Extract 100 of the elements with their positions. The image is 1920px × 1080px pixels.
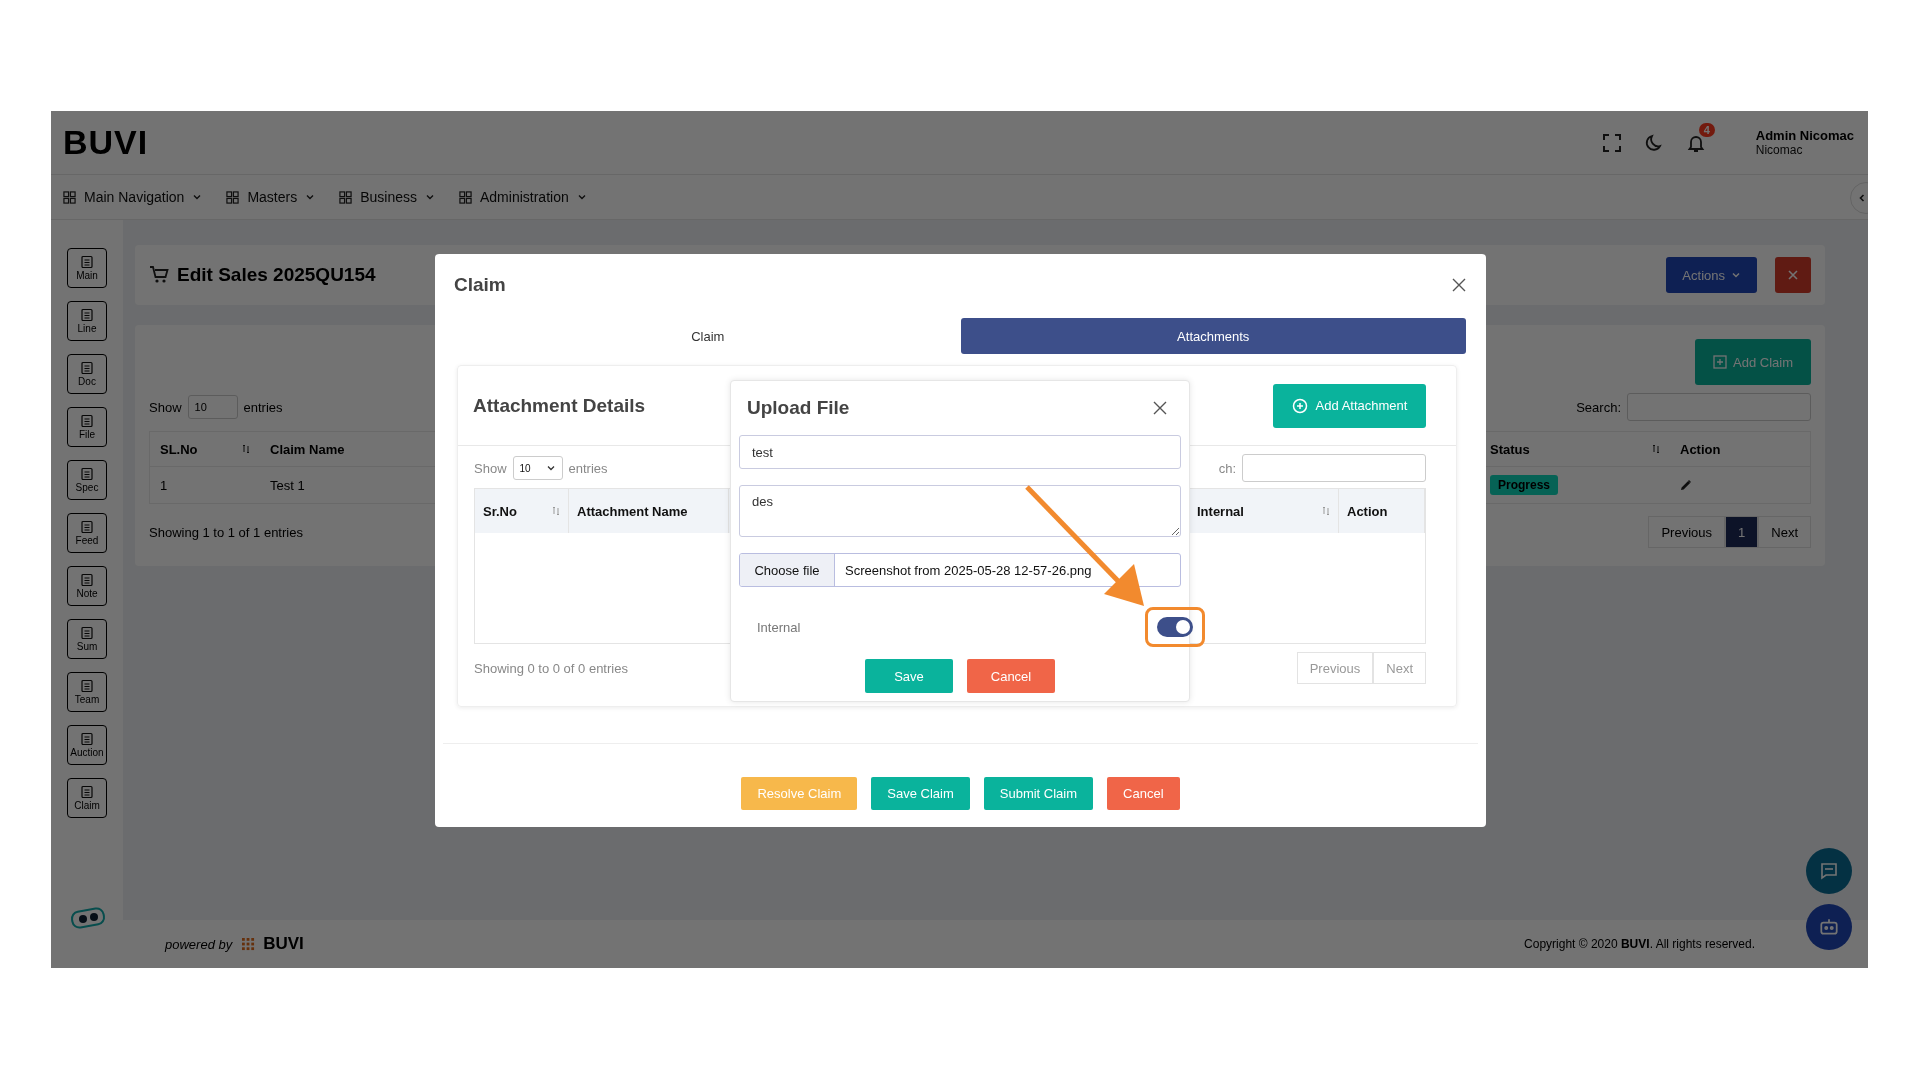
document-icon (80, 361, 94, 375)
bot-button[interactable] (1806, 904, 1852, 950)
chevron-down-icon (305, 192, 316, 202)
sort-icon (552, 505, 560, 517)
sidebar-item[interactable]: Note (67, 566, 107, 606)
document-icon (80, 308, 94, 322)
name-field[interactable]: test (739, 435, 1181, 469)
page-button[interactable]: 1 (1725, 516, 1759, 548)
entries-label: entries (243, 399, 283, 415)
footer-logo: BUVI (263, 934, 304, 954)
show-label: Show (149, 399, 182, 415)
grid-icon (63, 190, 76, 204)
document-icon (80, 520, 94, 534)
tab[interactable]: Claim (455, 318, 961, 354)
document-icon (80, 467, 94, 481)
sidebar-item[interactable]: Sum (67, 619, 107, 659)
column-header[interactable]: Sr.No (475, 489, 569, 533)
tab[interactable]: Attachments (960, 318, 1466, 354)
nav-menu-item[interactable]: Business (339, 189, 435, 205)
document-icon (80, 626, 94, 640)
search-field[interactable] (1242, 454, 1426, 482)
table-info: Showing 0 to 0 of 0 entries (474, 660, 628, 676)
sidebar-item[interactable]: Feed (67, 513, 107, 553)
plus-square-icon (1713, 355, 1728, 369)
sidebar-item[interactable]: Claim (67, 778, 107, 818)
chevron-down-icon (192, 192, 203, 202)
document-icon (80, 414, 94, 428)
sidebar-item[interactable]: Main (67, 248, 107, 288)
cart-icon (149, 265, 169, 285)
dialog-action-button[interactable]: Save Claim (871, 777, 970, 810)
chevron-down-icon (545, 463, 556, 473)
document-icon (80, 732, 94, 746)
logo: BUVI (63, 123, 149, 162)
dialog-action-button[interactable]: Cancel (1107, 777, 1180, 810)
copyright-text: Copyright © 2020 BUVI. All rights reserved. (1524, 937, 1755, 951)
status-badge: Progress (1490, 475, 1559, 495)
page-size-select[interactable]: 10 (512, 456, 563, 480)
page-title: Edit Sales 2025QU154 (177, 264, 376, 286)
pencil-icon[interactable] (1680, 479, 1692, 491)
nav-menu-item[interactable]: Main Navigation (63, 189, 203, 205)
nav-menu-item[interactable]: Masters (226, 189, 316, 205)
description-field[interactable]: des (739, 485, 1181, 537)
plus-circle-icon (1291, 397, 1308, 414)
previous-button[interactable]: Previous (1296, 652, 1374, 684)
actions-button[interactable]: Actions (1666, 257, 1757, 293)
file-input[interactable]: Choose file Screenshot from 2025-05-28 12-57-26.png (739, 553, 1181, 587)
table-cell: Test 1 (270, 477, 305, 493)
add-attachment-button[interactable]: Add Attachment (1273, 383, 1426, 428)
sidebar-item[interactable]: Team (67, 672, 107, 712)
save-button[interactable]: Save (865, 659, 953, 693)
page-size-select[interactable]: 10 (187, 395, 238, 419)
column-header[interactable]: SL.No (150, 432, 260, 467)
sidebar-item[interactable]: Doc (67, 354, 107, 394)
dialog-title: Upload File (747, 397, 850, 419)
document-icon (80, 255, 94, 269)
moon-icon[interactable] (1643, 132, 1664, 153)
dialog-action-button[interactable]: Submit Claim (983, 777, 1094, 810)
column-header[interactable]: Action (1339, 489, 1425, 533)
close-icon (1787, 269, 1799, 281)
chat-button[interactable] (1806, 848, 1852, 894)
table-cell: 1 (160, 477, 168, 493)
close-icon[interactable] (1452, 278, 1466, 292)
document-icon (80, 573, 94, 587)
next-button[interactable]: Next (1758, 516, 1811, 548)
search-label: Search: (1576, 399, 1621, 415)
chevron-down-icon (1731, 270, 1741, 280)
column-header[interactable]: Attachment Name (569, 489, 729, 533)
sort-icon (1652, 443, 1660, 455)
chat-icon (1819, 861, 1839, 881)
search-label: ch: (1218, 460, 1236, 476)
fullscreen-icon[interactable] (1601, 132, 1622, 153)
section-heading: Attachment Details (473, 394, 646, 417)
internal-label: Internal (757, 619, 801, 635)
previous-button[interactable]: Previous (1648, 516, 1726, 548)
grid-icon (226, 190, 240, 204)
grid-icon (459, 190, 472, 204)
sort-icon (242, 443, 250, 455)
table-info: Showing 1 to 1 of 1 entries (149, 524, 303, 540)
notification-badge: 4 (1698, 122, 1715, 137)
dialog-title: Claim (454, 274, 506, 296)
sidebar-item[interactable]: Spec (67, 460, 107, 500)
user-company: Nicomac (1755, 143, 1804, 157)
chevron-left-icon (1857, 193, 1867, 203)
entries-label: entries (568, 460, 608, 476)
sidebar-item[interactable]: File (67, 407, 107, 447)
column-header[interactable]: Internal (1189, 489, 1339, 533)
column-header[interactable]: Action (1670, 432, 1810, 467)
nav-menu-item[interactable]: Administration (459, 189, 587, 205)
close-icon[interactable] (1153, 401, 1167, 415)
chevron-down-icon (425, 192, 435, 202)
sidebar-item[interactable]: Line (67, 301, 107, 341)
document-icon (80, 785, 94, 799)
cancel-button[interactable]: Cancel (967, 659, 1055, 693)
internal-toggle[interactable] (1157, 617, 1193, 637)
grid-icon (339, 190, 353, 204)
sidebar-item[interactable]: Auction (67, 725, 107, 765)
next-button[interactable]: Next (1373, 652, 1426, 684)
user-name: Admin Nicomac (1755, 128, 1854, 143)
sort-icon (1322, 505, 1330, 517)
grid-logo-icon (242, 937, 256, 951)
